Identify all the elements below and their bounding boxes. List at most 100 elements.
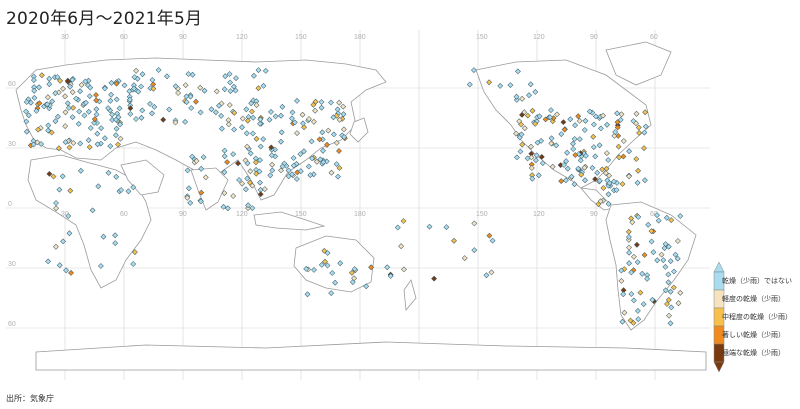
station-marker [431,275,437,282]
page-title: 2020年6月～2021年5月 [6,9,203,29]
lat-label-60n: 60 [8,81,16,88]
station-marker [668,304,675,311]
station-marker [305,163,312,170]
station-marker [335,173,341,180]
station-marker [187,200,194,206]
station-marker [398,243,404,250]
station-marker [451,237,457,244]
station-marker [400,218,407,224]
lon-top-120w: 120 [533,34,545,41]
station-marker [384,264,391,271]
station-marker [626,148,632,155]
station-marker [533,157,539,164]
colorbar-top-arrow [713,262,725,273]
station-marker [675,300,682,307]
station-marker [130,261,137,267]
station-marker [605,191,612,198]
lon-mid-120w: 120 [533,211,545,218]
indonesia-outline [253,211,326,231]
greenland-outline [605,41,672,86]
station-marker [483,272,490,279]
station-marker [394,224,401,231]
station-marker [558,178,565,184]
station-marker [333,161,340,167]
station-marker [63,267,69,274]
lon-top-60e: 60 [120,34,128,41]
station-marker [53,243,59,250]
station-marker [528,165,535,171]
lon-top-180: 180 [354,34,366,41]
lon-top-60w: 60 [650,34,658,41]
station-marker [230,193,237,199]
station-marker [600,185,607,191]
station-marker [466,81,473,88]
legend-label-moderate: 中程度の乾燥（少雨） [722,313,792,321]
station-marker [304,291,311,298]
station-marker [633,156,640,162]
india-outline [190,167,229,211]
station-marker [620,153,627,160]
lon-mid-90w: 90 [590,211,598,218]
lon-mid-180: 180 [354,211,366,218]
new-zealand-outline [403,279,417,311]
station-marker [619,181,626,187]
station-marker [486,232,493,239]
station-marker [642,177,648,184]
lon-mid-150e: 150 [295,211,307,218]
station-marker [225,205,231,212]
colorbar-bottom-arrow [713,361,725,373]
world-map: 60 30 0 30 60 30 60 90 120 150 180 150 1… [6,30,710,380]
station-marker [328,290,335,296]
lon-mid-90e: 90 [179,211,187,218]
station-marker [294,176,300,182]
station-marker [320,147,326,154]
station-marker [186,185,192,192]
legend-label-severe: 著しい乾燥（少雨） [722,331,785,339]
station-marker [66,230,73,237]
legend-label-extreme: 極端な乾燥（少雨） [722,349,785,357]
station-marker [220,204,227,210]
station-marker [328,169,335,176]
lon-top-150w: 150 [476,34,488,41]
station-marker [471,220,478,227]
station-marker [488,269,495,276]
station-marker [236,177,242,183]
lat-label-0: 0 [8,201,12,208]
station-marker [461,255,468,261]
station-marker [677,213,684,219]
station-marker [635,167,641,174]
lon-top-90e: 90 [179,34,187,41]
station-marker [184,167,191,174]
station-marker [243,186,249,193]
station-marker [426,223,433,230]
antarctica-outline [35,341,707,371]
station-marker [239,180,245,187]
source-note: 出所：気象庁 [6,394,54,403]
station-marker [666,312,672,319]
station-marker [677,289,684,296]
station-marker [529,175,536,182]
lon-top-150e: 150 [295,34,307,41]
station-marker [563,177,569,184]
lon-top-30e: 30 [61,34,69,41]
legend-label-mild: 軽度の乾燥（少雨） [722,295,785,303]
lon-mid-60e: 60 [120,211,128,218]
station-marker [634,179,641,186]
station-marker [336,148,342,154]
legend-label-not-dry: 乾燥（少雨）ではない [722,277,792,285]
station-marker [641,145,647,151]
world-map-svg: 60 30 0 30 60 30 60 90 120 150 180 150 1… [6,30,710,380]
station-marker [45,258,51,265]
station-marker [56,262,63,269]
central-america-outline [580,187,615,211]
station-marker [471,247,478,253]
station-marker [667,288,674,295]
lat-label-30n: 30 [8,141,16,148]
landmasses [15,41,707,371]
lon-top-120e: 120 [236,34,248,41]
station-marker [514,154,520,161]
station-marker [336,165,343,171]
lon-mid-150w: 150 [476,211,488,218]
lat-label-60s: 60 [8,321,16,328]
station-marker [517,148,524,155]
